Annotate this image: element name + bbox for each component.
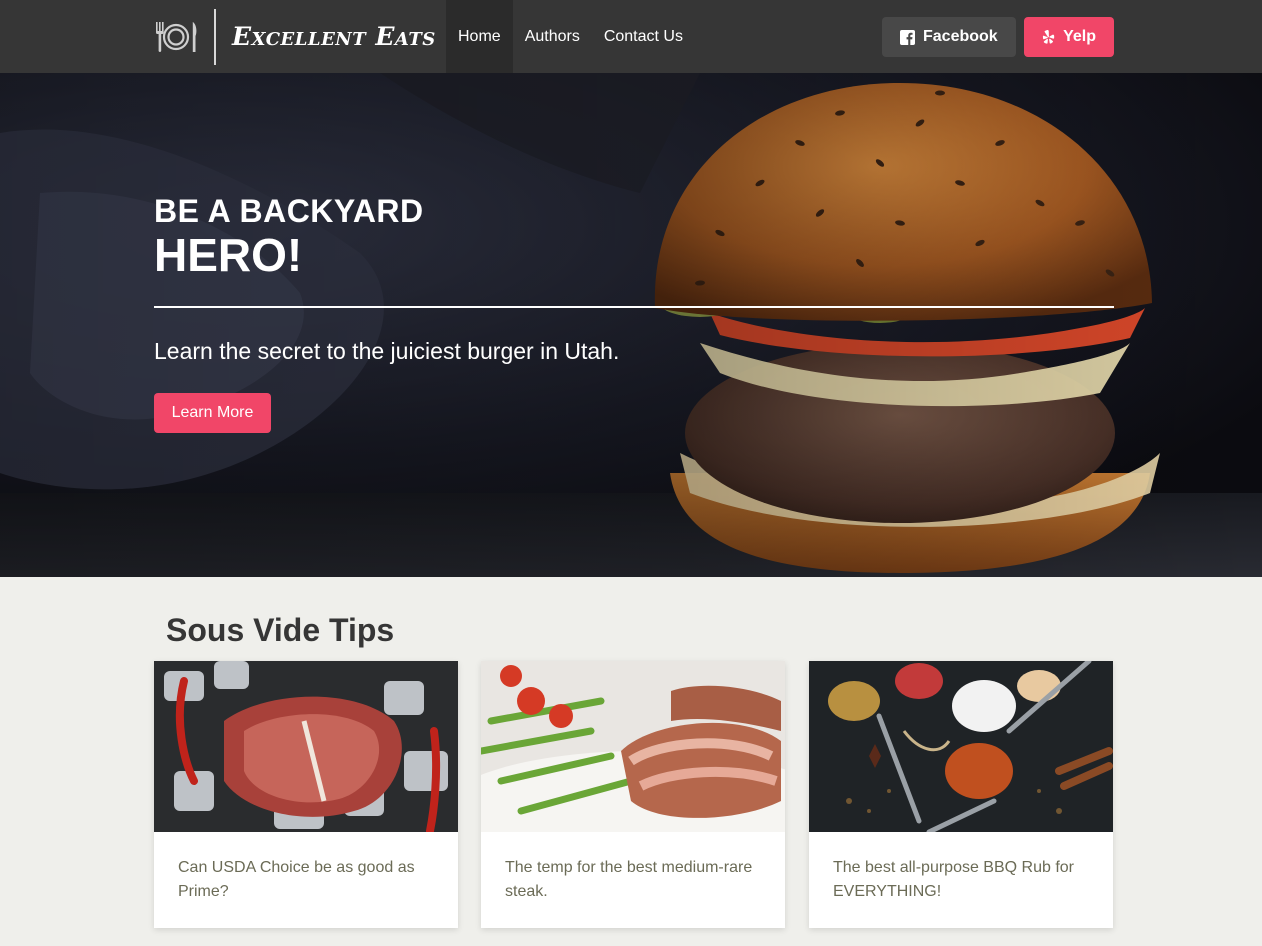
card-text: The best all-purpose BBQ Rub for EVERYTH… [833,859,1075,900]
yelp-button[interactable]: Yelp [1024,17,1114,57]
nav-links: Home Authors Contact Us [446,0,695,73]
tip-card[interactable]: The best all-purpose BBQ Rub for EVERYTH… [809,661,1113,928]
hero-title: HERO! [154,229,303,281]
nav-link-home[interactable]: Home [446,0,513,73]
nav-link-authors[interactable]: Authors [513,0,592,73]
facebook-button[interactable]: Facebook [882,17,1016,57]
yelp-icon [1042,30,1055,44]
tip-card[interactable]: Can USDA Choice be as good as Prime? [154,661,458,928]
facebook-label: Facebook [923,28,998,45]
sliced-steak-with-asparagus-photo [481,661,785,832]
hero-subtitle: BE A BACKYARD [154,193,424,229]
nav-link-contact-us[interactable]: Contact Us [592,0,695,73]
navbar: Excellent Eats Home Authors Contact Us F… [0,0,1262,73]
hero-banner: BE A BACKYARD HERO! Learn the secret to … [0,73,1262,577]
facebook-icon [900,29,915,45]
hero-tagline: Learn the secret to the juiciest burger … [154,338,620,364]
brand-name: Excellent Eats [232,22,436,51]
yelp-label: Yelp [1063,28,1096,45]
plate-fork-knife-icon [156,21,197,52]
hero-divider [154,306,1114,308]
spices-in-spoons-photo [809,661,1113,832]
card-text: The temp for the best medium-rare steak. [505,859,753,900]
section-title: Sous Vide Tips [166,612,395,648]
brand-divider [214,8,216,65]
tip-card[interactable]: The temp for the best medium-rare steak. [481,661,785,928]
t-bone-steak-on-ice-photo [154,661,458,832]
hero-text: BE A BACKYARD HERO! Learn the secret to … [154,193,1114,433]
brand[interactable]: Excellent Eats [152,8,436,65]
card-text: Can USDA Choice be as good as Prime? [178,859,415,900]
learn-more-button[interactable]: Learn More [154,393,271,433]
